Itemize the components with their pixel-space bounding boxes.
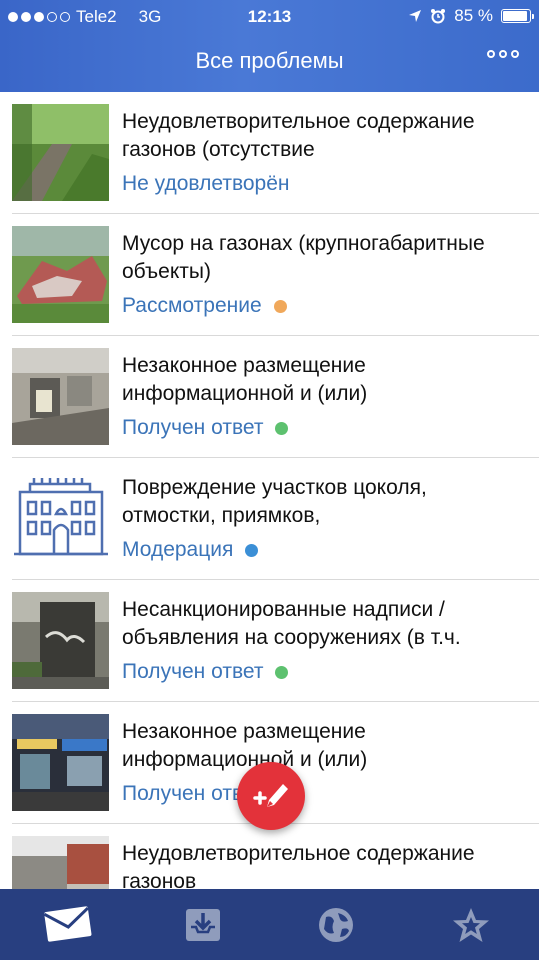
top-bar: Tele2 3G 12:13 85 % Все проблемы — [0, 0, 539, 92]
add-problem-button[interactable] — [237, 762, 305, 830]
list-item[interactable]: Неудовлетворительное содержание газонов — [0, 824, 539, 889]
inbox-download-icon — [186, 909, 220, 941]
problem-photo — [12, 226, 109, 323]
alarm-icon — [431, 9, 446, 24]
problem-status: Получен ответ — [122, 660, 289, 684]
tab-favorites[interactable] — [441, 903, 501, 947]
globe-icon — [319, 908, 353, 942]
status-bar: Tele2 3G 12:13 85 % — [0, 0, 539, 34]
list-item[interactable]: Мусор на газонах (крупногабаритные объек… — [0, 214, 539, 336]
problem-title: Неудовлетворительное содержание газонов — [122, 842, 475, 889]
mail-icon — [43, 906, 92, 942]
battery-icon — [501, 9, 534, 23]
status-indicator-dot — [275, 665, 289, 679]
problem-status: Рассмотрение — [122, 294, 287, 318]
tab-bar — [0, 889, 539, 960]
status-indicator-dot — [273, 299, 287, 313]
tab-map[interactable] — [306, 903, 366, 947]
page-title: Все проблемы — [195, 48, 344, 73]
problem-status: Получен ответ — [122, 416, 289, 440]
problem-status: Модерация — [122, 538, 259, 562]
problem-photo — [12, 836, 109, 889]
battery-percent: 85 % — [454, 6, 493, 25]
problem-title: Неудовлетворительное содержание газонов … — [122, 110, 475, 161]
problem-title: Мусор на газонах (крупногабаритные объек… — [122, 232, 485, 283]
list-item[interactable]: Незаконное размещение информационной и (… — [0, 336, 539, 458]
tab-inbox[interactable] — [173, 903, 233, 947]
star-icon — [453, 908, 489, 942]
tab-messages[interactable] — [38, 903, 98, 947]
list-item[interactable]: Неудовлетворительное содержание газонов … — [0, 92, 539, 214]
problem-title: Несанкционированные надписи / объявления… — [122, 598, 461, 649]
status-indicator-dot — [275, 421, 289, 435]
problem-title: Повреждение участков цоколя, отмостки, п… — [122, 476, 427, 527]
building-placeholder-icon — [12, 470, 109, 567]
problem-photo — [12, 348, 109, 445]
list-item[interactable]: Повреждение участков цоколя, отмостки, п… — [0, 458, 539, 580]
list-item[interactable]: Несанкционированные надписи / объявления… — [0, 580, 539, 702]
problem-photo — [12, 592, 109, 689]
problem-photo — [12, 104, 109, 201]
problem-title: Незаконное размещение информационной и (… — [122, 720, 368, 771]
problem-title: Незаконное размещение информационной и (… — [122, 354, 368, 405]
problem-status: Не удовлетворён — [122, 172, 290, 195]
add-problem-pencil-icon — [253, 784, 288, 807]
problem-photo — [12, 714, 109, 811]
status-indicator-dot — [245, 543, 259, 557]
location-arrow-icon — [409, 10, 422, 22]
more-options-button[interactable] — [487, 50, 519, 58]
